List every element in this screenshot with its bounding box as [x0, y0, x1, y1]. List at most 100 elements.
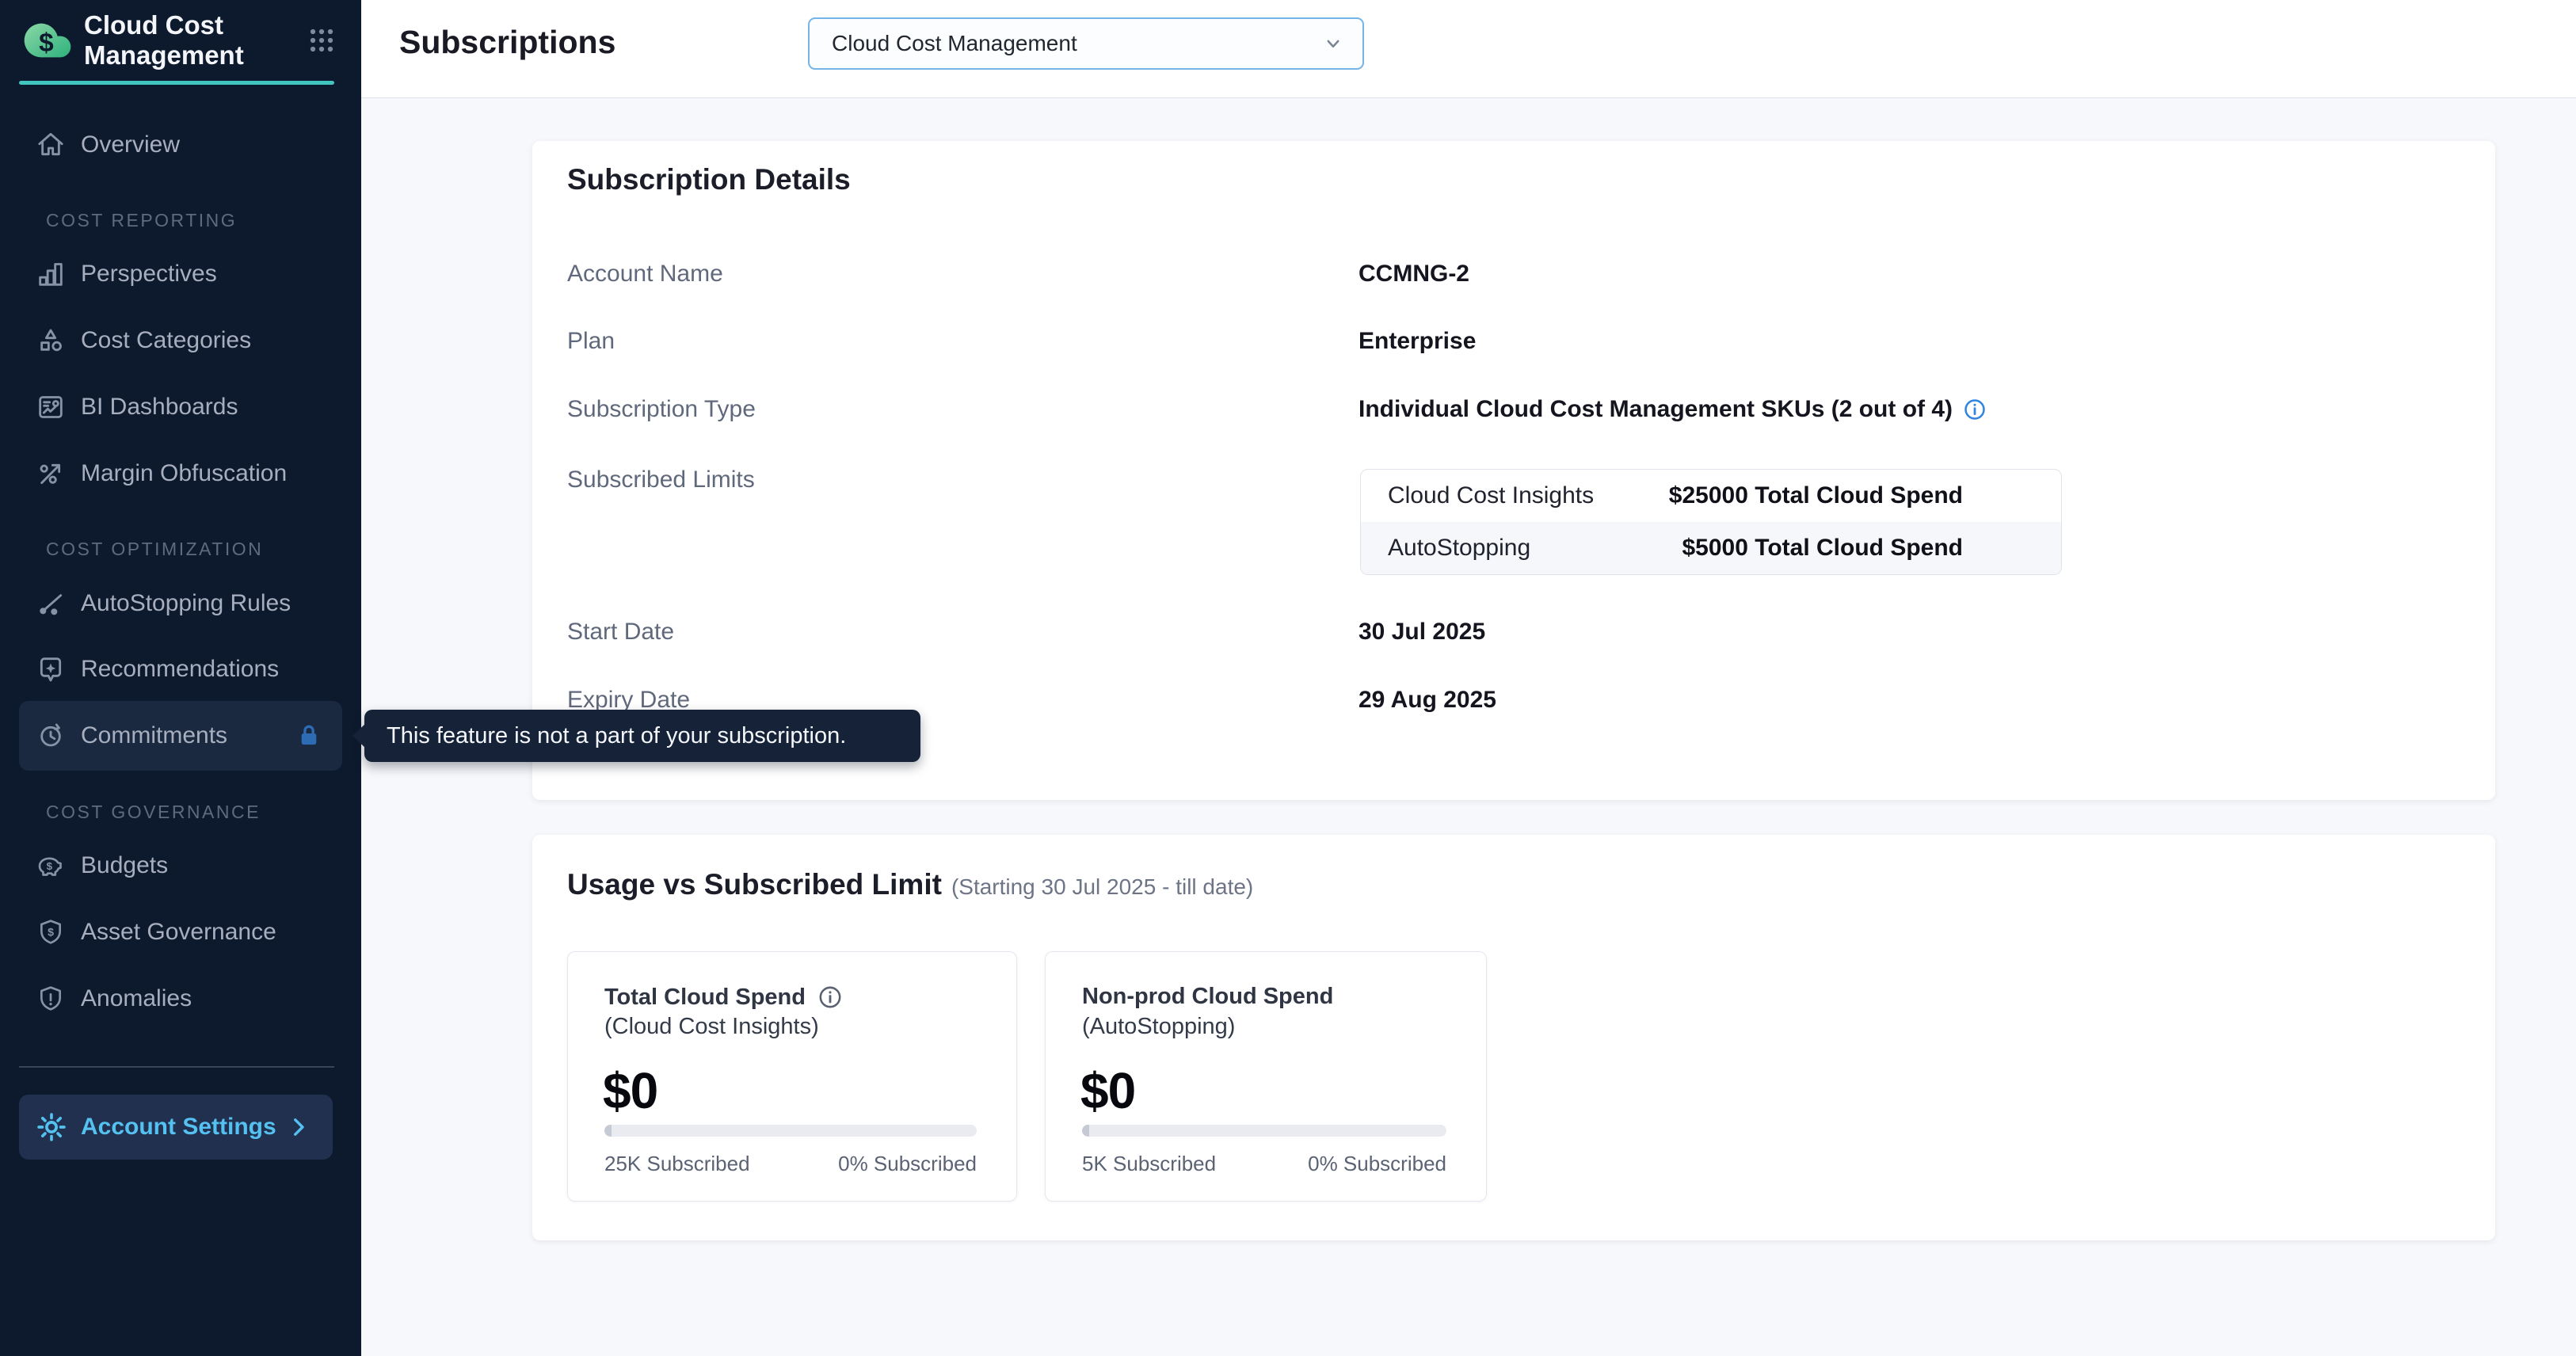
table-row: AutoStopping $5000 Total Cloud Spend: [1361, 522, 2061, 574]
mini-card-title-text: Non-prod Cloud Spend: [1082, 984, 1333, 1010]
info-icon[interactable]: [1962, 397, 1987, 422]
subscribed-percent-label: 0% Subscribed: [1308, 1152, 1446, 1176]
logo-divider: [19, 81, 334, 85]
progress-fill: [1082, 1125, 1089, 1137]
sidebar-item-label: BI Dashboards: [81, 394, 238, 421]
chevron-down-icon: [1321, 32, 1345, 55]
svg-text:$: $: [39, 29, 54, 58]
sku-name: AutoStopping: [1388, 535, 1530, 562]
progress-bar: [1082, 1125, 1446, 1137]
sidebar-item-label: Margin Obfuscation: [81, 460, 287, 487]
plan-label: Plan: [567, 327, 615, 356]
progress-fill: [604, 1125, 612, 1137]
svg-text:$: $: [47, 860, 53, 872]
sidebar-item-autostopping-rules[interactable]: AutoStopping Rules: [19, 572, 342, 635]
sidebar-item-label: Perspectives: [81, 261, 217, 288]
subscription-details-card: Subscription Details Account Name CCMNG-…: [532, 141, 2495, 800]
page-title: Subscriptions: [399, 24, 615, 61]
subscribed-percent-label: 0% Subscribed: [838, 1152, 977, 1176]
bar-chart-icon: [35, 258, 67, 290]
subscription-type-text: Individual Cloud Cost Management SKUs (2…: [1358, 395, 1953, 424]
sidebar-section-cost-governance: COST GOVERNANCE: [46, 796, 261, 828]
usage-subtitle: (Starting 30 Jul 2025 - till date): [951, 874, 1253, 900]
svg-text:$: $: [48, 927, 54, 939]
mini-card-title: Non-prod Cloud Spend: [1082, 984, 1333, 1010]
subscribed-amount-label: 25K Subscribed: [604, 1152, 750, 1176]
plan-value: Enterprise: [1358, 327, 1476, 356]
home-icon: [35, 129, 67, 161]
total-cloud-spend-card: Total Cloud Spend (Cloud Cost Insights) …: [567, 951, 1017, 1202]
start-date-label: Start Date: [567, 618, 674, 646]
feature-lock-tooltip: This feature is not a part of your subsc…: [364, 710, 920, 762]
sidebar-item-recommendations[interactable]: Recommendations: [19, 638, 342, 701]
tooltip-arrow-left: [352, 724, 365, 748]
sku-limit: $5000 Total Cloud Spend: [1682, 535, 1963, 562]
expiry-date-value: 29 Aug 2025: [1358, 686, 1496, 714]
sidebar-item-label: Budgets: [81, 852, 168, 879]
sidebar-item-label: AutoStopping Rules: [81, 590, 291, 617]
commitments-clock-icon: [35, 720, 67, 752]
sku-limit: $25000 Total Cloud Spend: [1669, 482, 1963, 509]
sidebar-item-label: Asset Governance: [81, 919, 276, 946]
subscribed-limits-table: Cloud Cost Insights $25000 Total Cloud S…: [1360, 469, 2062, 575]
table-row: Cloud Cost Insights $25000 Total Cloud S…: [1361, 470, 2061, 522]
shapes-icon: [35, 325, 67, 356]
lock-icon: [295, 722, 323, 750]
module-select-value: Cloud Cost Management: [832, 31, 1077, 56]
sidebar-item-label: Commitments: [81, 722, 227, 749]
info-icon[interactable]: [817, 984, 844, 1011]
subscription-type-label: Subscription Type: [567, 395, 756, 424]
mini-card-title: Total Cloud Spend: [604, 984, 844, 1011]
spend-value: $0: [1080, 1061, 1135, 1120]
spend-value: $0: [603, 1061, 657, 1120]
cloud-cost-logo-icon: $: [22, 15, 73, 66]
dashboard-image-icon: [35, 391, 67, 423]
sidebar-item-perspectives[interactable]: Perspectives: [19, 242, 342, 306]
usage-vs-limit-card: Usage vs Subscribed Limit (Starting 30 J…: [532, 835, 2495, 1240]
usage-title: Usage vs Subscribed Limit: [567, 868, 942, 901]
tooltip-text: This feature is not a part of your subsc…: [387, 723, 846, 749]
sidebar-section-cost-optimization: COST OPTIMIZATION: [46, 533, 263, 565]
sidebar-item-overview[interactable]: Overview: [19, 113, 342, 177]
gear-icon: [35, 1110, 68, 1144]
sidebar-section-cost-reporting: COST REPORTING: [46, 204, 237, 236]
mini-card-subtitle: (AutoStopping): [1082, 1014, 1235, 1040]
sidebar: $ Cloud Cost Management Overview COST RE…: [0, 0, 361, 1356]
shield-alert-icon: [35, 983, 67, 1015]
logo-row: $ Cloud Cost Management: [22, 14, 339, 67]
progress-bar: [604, 1125, 977, 1137]
progress-labels: 5K Subscribed 0% Subscribed: [1082, 1152, 1446, 1176]
sidebar-item-account-settings[interactable]: Account Settings: [19, 1095, 333, 1160]
sidebar-item-commitments[interactable]: Commitments: [19, 701, 342, 771]
account-name-value: CCMNG-2: [1358, 260, 1469, 288]
mini-card-title-text: Total Cloud Spend: [604, 985, 806, 1011]
non-prod-cloud-spend-card: Non-prod Cloud Spend (AutoStopping) $0 5…: [1045, 951, 1487, 1202]
sidebar-item-label: Recommendations: [81, 656, 279, 683]
subscribed-amount-label: 5K Subscribed: [1082, 1152, 1216, 1176]
percent-trend-icon: [35, 458, 67, 489]
sidebar-item-label: Cost Categories: [81, 327, 251, 354]
sidebar-item-label: Anomalies: [81, 985, 192, 1012]
page-header: Subscriptions Cloud Cost Management: [361, 0, 2576, 98]
sidebar-item-cost-categories[interactable]: Cost Categories: [19, 309, 342, 372]
recommendations-icon: [35, 653, 67, 685]
subscribed-limits-label: Subscribed Limits: [567, 466, 755, 494]
autostopping-icon: [35, 588, 67, 619]
subscription-details-title: Subscription Details: [567, 163, 851, 196]
sidebar-item-margin-obfuscation[interactable]: Margin Obfuscation: [19, 442, 342, 505]
sidebar-item-anomalies[interactable]: Anomalies: [19, 967, 342, 1030]
piggy-bank-icon: $: [35, 850, 67, 882]
sidebar-divider: [19, 1066, 334, 1068]
subscription-type-value: Individual Cloud Cost Management SKUs (2…: [1358, 395, 1987, 424]
sidebar-item-bi-dashboards[interactable]: BI Dashboards: [19, 375, 342, 439]
mini-card-subtitle: (Cloud Cost Insights): [604, 1014, 819, 1040]
account-settings-label: Account Settings: [81, 1114, 276, 1141]
start-date-value: 30 Jul 2025: [1358, 618, 1485, 646]
app-switcher-icon[interactable]: [304, 23, 339, 58]
chevron-right-icon: [285, 1114, 312, 1141]
sidebar-item-asset-governance[interactable]: $ Asset Governance: [19, 901, 342, 964]
sku-name: Cloud Cost Insights: [1388, 482, 1594, 509]
module-select-dropdown[interactable]: Cloud Cost Management: [808, 17, 1364, 70]
progress-labels: 25K Subscribed 0% Subscribed: [604, 1152, 977, 1176]
sidebar-item-budgets[interactable]: $ Budgets: [19, 834, 342, 897]
